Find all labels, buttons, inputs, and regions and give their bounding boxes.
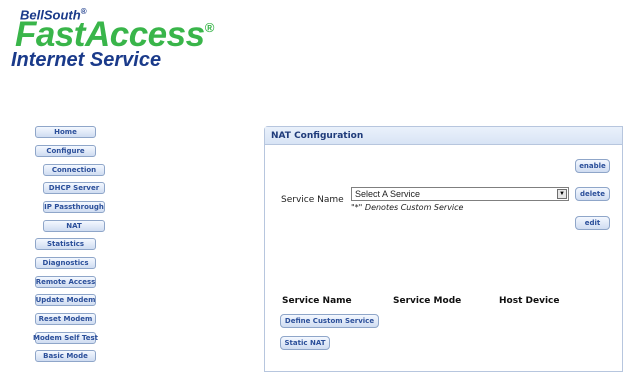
column-header-host-device: Host Device bbox=[499, 296, 560, 306]
nav-reset-modem-button[interactable]: Reset Modem bbox=[35, 313, 96, 325]
nav-ip-passthrough-button[interactable]: IP Passthrough bbox=[43, 201, 105, 213]
nav-update-modem-button[interactable]: Update Modem bbox=[35, 294, 96, 306]
nav-dhcp-server-button[interactable]: DHCP Server bbox=[43, 182, 105, 194]
column-header-service-name: Service Name bbox=[282, 296, 352, 306]
service-select[interactable]: Select A Service ▼ bbox=[351, 187, 569, 201]
static-nat-button[interactable]: Static NAT bbox=[280, 336, 330, 350]
nav-statistics-button[interactable]: Statistics bbox=[35, 238, 96, 250]
delete-button[interactable]: delete bbox=[575, 187, 610, 201]
nav-diagnostics-button[interactable]: Diagnostics bbox=[35, 257, 96, 269]
nav-configure-button[interactable]: Configure bbox=[35, 145, 96, 157]
bellsouth-logo: BellSouth® FastAccess® Internet Service bbox=[10, 6, 214, 76]
edit-button[interactable]: edit bbox=[575, 216, 610, 230]
nav-connection-button[interactable]: Connection bbox=[43, 164, 105, 176]
custom-service-note: "*" Denotes Custom Service bbox=[351, 203, 464, 212]
logo-tagline: Internet Service bbox=[11, 49, 162, 71]
panel-title: NAT Configuration bbox=[265, 127, 622, 145]
service-select-value: Select A Service bbox=[355, 189, 421, 199]
nav-modem-self-test-button[interactable]: Modem Self Test bbox=[33, 332, 98, 344]
nav-remote-access-button[interactable]: Remote Access bbox=[35, 276, 96, 288]
service-name-label: Service Name bbox=[281, 195, 344, 205]
nav-home-button[interactable]: Home bbox=[35, 126, 96, 138]
enable-button[interactable]: enable bbox=[575, 159, 610, 173]
column-header-service-mode: Service Mode bbox=[393, 296, 462, 306]
nav-nat-button[interactable]: NAT bbox=[43, 220, 105, 232]
define-custom-service-button[interactable]: Define Custom Service bbox=[280, 314, 379, 328]
nav-basic-mode-button[interactable]: Basic Mode bbox=[35, 350, 96, 362]
logo-product: FastAccess® bbox=[15, 15, 214, 54]
dropdown-arrow-icon[interactable]: ▼ bbox=[557, 189, 567, 199]
